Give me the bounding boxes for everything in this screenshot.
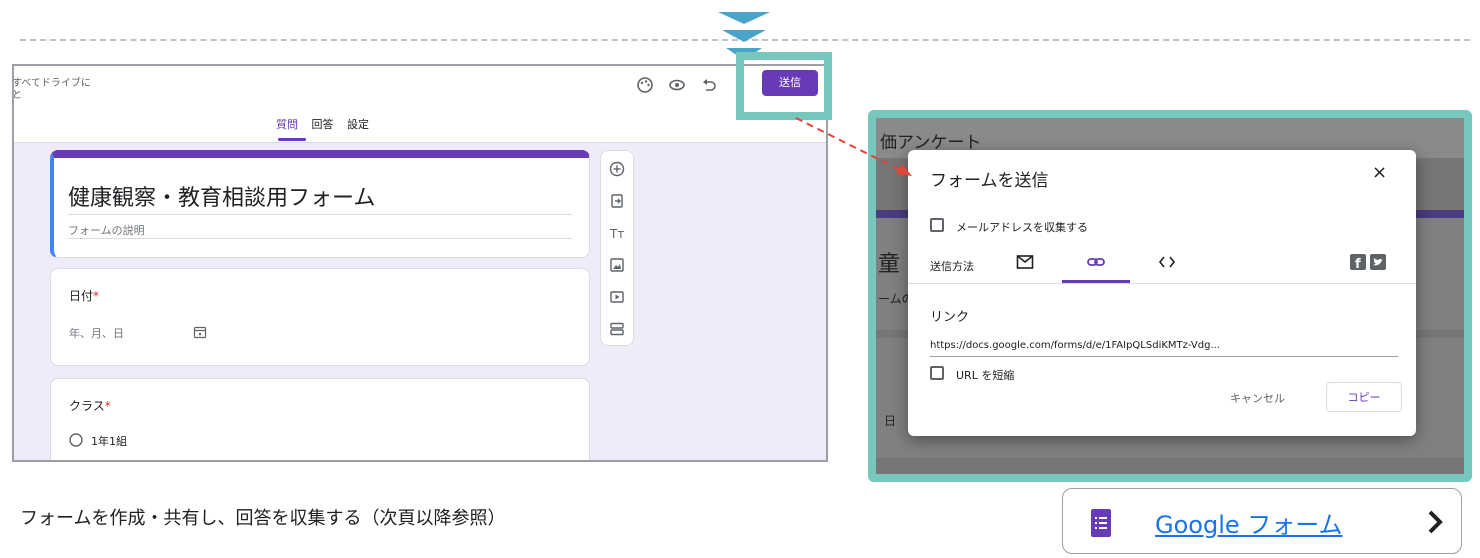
- send-dialog-screenshot: 価アンケート 童 ームの 日 フォームを送信 × メールアドレスを収集する 送信…: [868, 110, 1472, 482]
- copy-button[interactable]: コピー: [1326, 382, 1402, 412]
- url-field-underline: [930, 356, 1398, 357]
- email-icon[interactable]: [1016, 254, 1034, 270]
- page-caption: フォームを作成・共有し、回答を収集する（次頁以降参照）: [20, 508, 506, 529]
- link-heading: リンク: [930, 310, 970, 325]
- question-title: クラス*: [69, 399, 111, 413]
- editor-tabs: 質問 回答 設定: [276, 116, 379, 132]
- form-url-field[interactable]: https://docs.google.com/forms/d/e/1FAIpQ…: [930, 340, 1398, 351]
- shorten-url-checkbox[interactable]: [930, 366, 944, 380]
- google-forms-icon: [1091, 509, 1111, 537]
- question-toolbar: Tт: [600, 150, 634, 346]
- divider: [68, 214, 572, 215]
- form-title[interactable]: 健康観察・教育相談用フォーム: [68, 180, 375, 212]
- divider: [908, 283, 1416, 284]
- question-title: 日付*: [69, 289, 100, 303]
- active-tab-indicator: [278, 138, 306, 141]
- twitter-icon[interactable]: [1370, 254, 1386, 270]
- collect-email-label: メールアドレスを収集する: [956, 221, 1088, 234]
- tab-questions[interactable]: 質問: [276, 116, 298, 132]
- divider: [68, 238, 572, 239]
- add-question-icon[interactable]: [609, 161, 625, 177]
- add-section-icon[interactable]: [609, 321, 625, 337]
- drive-notice: すべてドライブに と: [12, 78, 91, 101]
- collect-email-checkbox[interactable]: [930, 218, 944, 232]
- add-title-text-icon[interactable]: Tт: [609, 225, 625, 241]
- chevron-right-icon: [1428, 510, 1443, 534]
- form-title-card[interactable]: 健康観察・教育相談用フォーム フォームの説明: [50, 150, 590, 258]
- add-video-icon[interactable]: [609, 289, 625, 305]
- send-button-highlight: [736, 52, 832, 120]
- radio-button[interactable]: [69, 433, 83, 447]
- google-forms-link-button[interactable]: Google フォーム: [1062, 488, 1462, 554]
- svg-text:Tт: Tт: [609, 227, 624, 241]
- date-placeholder: 年、月、日: [69, 327, 124, 340]
- send-form-dialog: フォームを送信 × メールアドレスを収集する 送信方法 f リンク https:…: [908, 150, 1416, 436]
- background-text: 童: [878, 252, 901, 277]
- form-editor-screenshot: すべてドライブに と 送信 質問 回答 設定 健康観察・教育相談用フォーム フォ…: [12, 64, 828, 462]
- preview-eye-icon[interactable]: [668, 76, 686, 94]
- calendar-icon: [193, 326, 207, 339]
- question-card-date[interactable]: 日付* 年、月、日: [50, 268, 590, 366]
- question-card-class[interactable]: クラス* 1年1組: [50, 378, 590, 460]
- cancel-button[interactable]: キャンセル: [1230, 390, 1285, 406]
- embed-code-icon[interactable]: [1158, 254, 1176, 270]
- editor-topbar: すべてドライブに と 送信 質問 回答 設定: [14, 66, 826, 143]
- close-icon[interactable]: ×: [1372, 162, 1387, 183]
- palette-icon[interactable]: [636, 76, 654, 94]
- tab-settings[interactable]: 設定: [347, 116, 369, 132]
- tab-responses[interactable]: 回答: [312, 116, 334, 132]
- background-text: 日: [884, 414, 897, 428]
- shorten-url-label: URL を短縮: [956, 369, 1015, 382]
- facebook-icon[interactable]: f: [1350, 254, 1366, 270]
- dialog-title: フォームを送信: [930, 171, 1049, 191]
- add-image-icon[interactable]: [609, 257, 625, 273]
- link-icon[interactable]: [1086, 254, 1106, 270]
- form-description[interactable]: フォームの説明: [68, 222, 145, 238]
- radio-option-label: 1年1組: [91, 435, 127, 448]
- svg-text:f: f: [1355, 257, 1361, 270]
- undo-icon[interactable]: [700, 76, 718, 94]
- send-method-label: 送信方法: [930, 260, 974, 273]
- import-questions-icon[interactable]: [609, 193, 625, 209]
- google-forms-link[interactable]: Google フォーム: [1155, 505, 1343, 540]
